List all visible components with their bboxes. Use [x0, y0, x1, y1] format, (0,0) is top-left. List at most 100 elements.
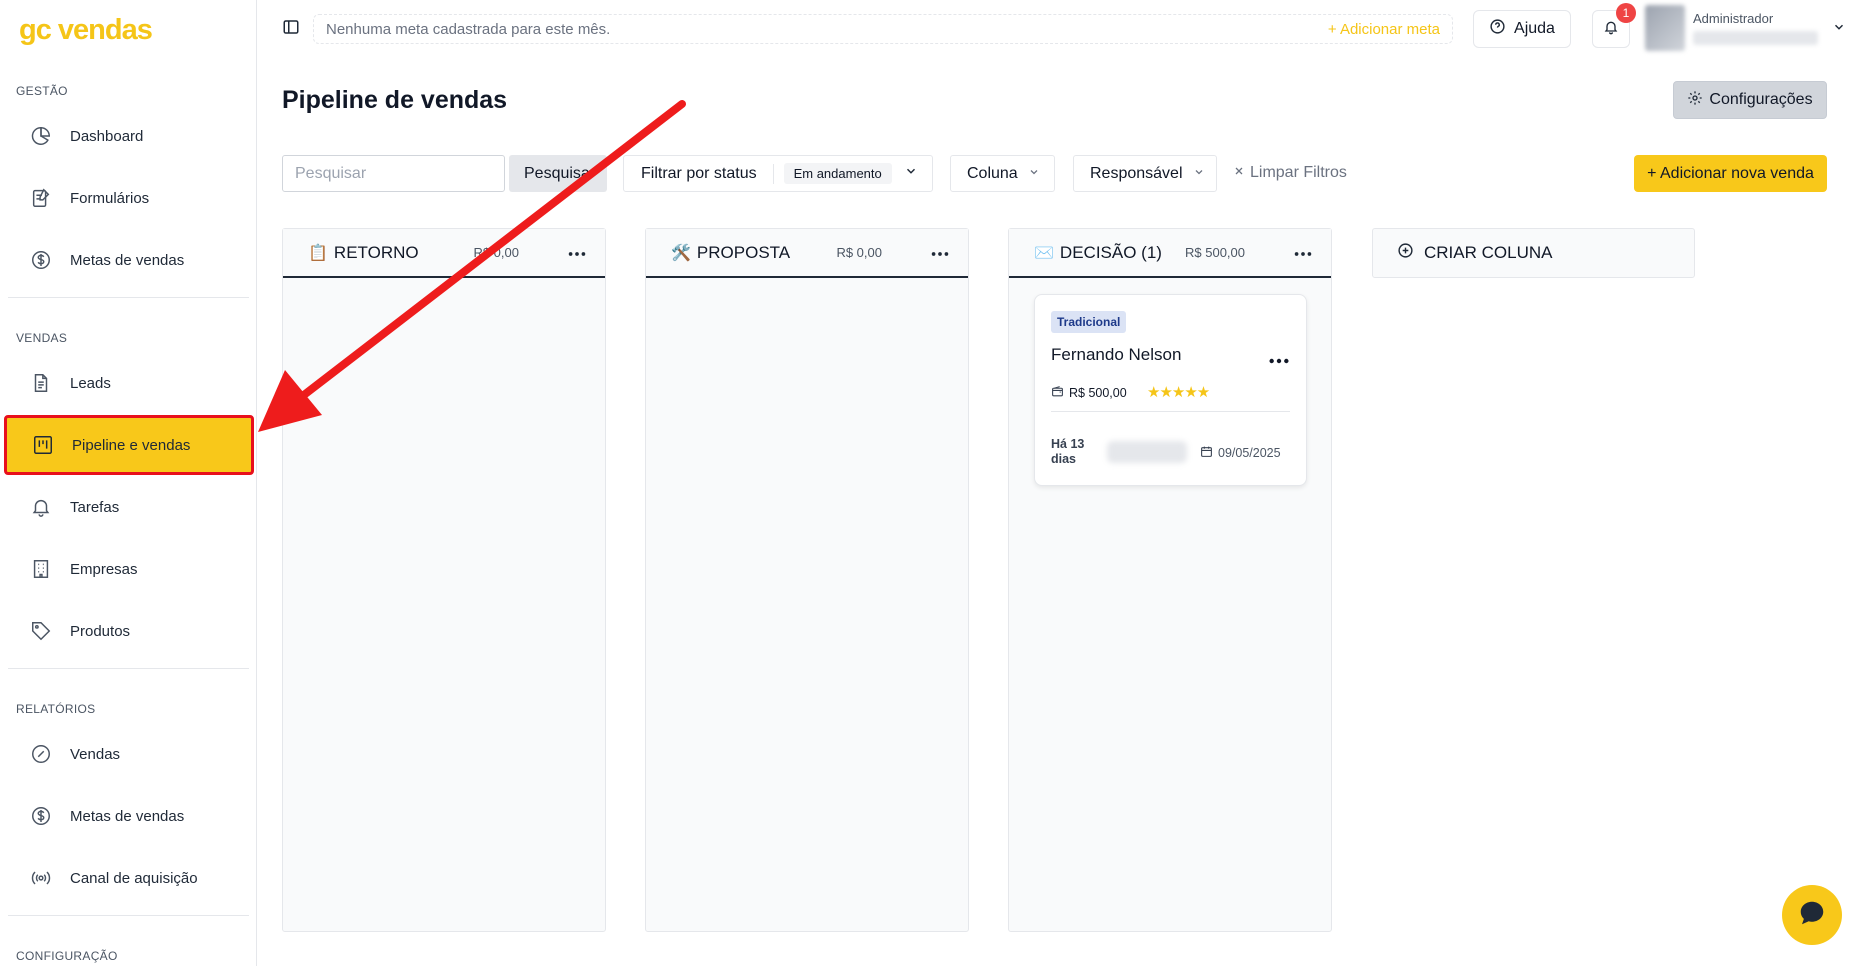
- settings-button[interactable]: Configurações: [1673, 81, 1827, 119]
- deal-value: R$ 500,00: [1051, 385, 1127, 401]
- document-icon: [30, 372, 52, 394]
- help-label: Ajuda: [1514, 20, 1555, 37]
- responsible-filter-label: Responsável: [1090, 164, 1183, 182]
- status-filter-value: Em andamento: [783, 163, 892, 184]
- chat-support-button[interactable]: [1782, 885, 1842, 945]
- column-header: ✉️ DECISÃO (1) R$ 500,00: [1009, 229, 1331, 278]
- responsible-filter-dropdown[interactable]: Responsável: [1073, 155, 1217, 192]
- more-options-icon[interactable]: [1268, 352, 1290, 370]
- settings-label: Configurações: [1709, 91, 1813, 108]
- form-icon: [30, 187, 52, 209]
- sidebar-item-produtos[interactable]: Produtos: [8, 605, 251, 657]
- sidebar-item-canal[interactable]: Canal de aquisição: [8, 852, 251, 904]
- bell-icon: [1603, 19, 1619, 40]
- user-role: Administrador: [1693, 11, 1774, 26]
- column-title: RETORNO: [333, 242, 419, 262]
- clipboard-icon: 📋: [308, 244, 328, 262]
- sidebar-item-label: Vendas: [70, 745, 121, 763]
- column-filter-label: Coluna: [967, 164, 1018, 182]
- pie-chart-icon: [30, 125, 52, 147]
- dollar-circle-icon: [30, 249, 52, 271]
- deal-age: Há 13 dias: [1051, 437, 1085, 466]
- chevron-down-icon: [904, 164, 918, 183]
- responsible-redacted: [1107, 441, 1187, 463]
- column-header: 🛠️ PROPOSTA R$ 0,00: [646, 229, 968, 278]
- status-filter-dropdown[interactable]: Filtrar por status Em andamento: [623, 155, 933, 192]
- help-button[interactable]: Ajuda: [1473, 10, 1571, 48]
- avatar[interactable]: [1645, 5, 1685, 51]
- page-title: Pipeline de vendas: [282, 86, 508, 114]
- section-title-relatorios: RELATÓRIOS: [16, 702, 96, 716]
- sidebar-item-metas[interactable]: Metas de vendas: [8, 234, 251, 286]
- deal-contact-name: Fernando Nelson: [1051, 345, 1182, 364]
- gauge-icon: [30, 743, 52, 765]
- chevron-down-icon: [1028, 165, 1040, 183]
- column-filter-dropdown[interactable]: Coluna: [950, 155, 1055, 192]
- sidebar-item-leads[interactable]: Leads: [8, 357, 251, 409]
- column-header: 📋 RETORNO R$ 0,00: [283, 229, 605, 278]
- sidebar-item-label: Metas de vendas: [70, 807, 185, 825]
- search-input[interactable]: [282, 155, 505, 192]
- sidebar-item-vendas-relatorio[interactable]: Vendas: [8, 728, 251, 780]
- sidebar-item-label: Empresas: [70, 560, 138, 578]
- deal-rating-stars: ★★★★★: [1147, 384, 1210, 401]
- more-options-icon[interactable]: [1292, 243, 1314, 270]
- close-icon: [1233, 164, 1245, 182]
- envelope-icon: ✉️: [1034, 244, 1054, 262]
- deal-type-badge: Tradicional: [1051, 311, 1127, 333]
- create-column-label: CRIAR COLUNA: [1424, 243, 1553, 262]
- user-name-redacted: [1693, 31, 1818, 45]
- app: gc vendas GESTÃO Dashboard Formulários M…: [0, 0, 1865, 966]
- sidebar-item-dashboard[interactable]: Dashboard: [8, 110, 251, 162]
- divider: [1051, 411, 1290, 412]
- add-goal-link[interactable]: + Adicionar meta: [1328, 21, 1440, 38]
- deal-value-text: R$ 500,00: [1069, 386, 1127, 400]
- sidebar-item-label: Leads: [70, 374, 111, 392]
- sidebar-item-empresas[interactable]: Empresas: [8, 543, 251, 595]
- sidebar: gc vendas GESTÃO Dashboard Formulários M…: [0, 0, 257, 966]
- column-total: R$ 0,00: [836, 245, 882, 260]
- column-title: DECISÃO (1): [1059, 242, 1162, 262]
- section-title-vendas: VENDAS: [16, 331, 68, 345]
- divider: [772, 163, 774, 184]
- sidebar-item-pipeline[interactable]: Pipeline e vendas: [4, 415, 254, 475]
- goal-message: Nenhuma meta cadastrada para este mês.: [326, 20, 611, 38]
- column-title: PROPOSTA: [696, 242, 791, 262]
- plus-circle-icon: [1397, 242, 1414, 264]
- clear-filters-button[interactable]: Limpar Filtros: [1233, 164, 1347, 182]
- wallet-icon: [1051, 385, 1064, 401]
- chevron-down-icon: [1193, 165, 1205, 183]
- add-sale-button[interactable]: + Adicionar nova venda: [1634, 155, 1827, 192]
- pipeline-column: 🛠️ PROPOSTA R$ 0,00: [645, 228, 969, 932]
- app-logo[interactable]: gc vendas: [19, 14, 153, 47]
- building-icon: [30, 558, 52, 580]
- deal-date: 09/05/2025: [1200, 445, 1281, 461]
- notification-badge: 1: [1616, 3, 1636, 23]
- search-button[interactable]: Pesquisar: [509, 155, 607, 192]
- section-title-gestao: GESTÃO: [16, 84, 68, 98]
- more-options-icon[interactable]: [566, 243, 588, 270]
- sidebar-toggle-icon[interactable]: [282, 18, 302, 38]
- section-title-configuracao: CONFIGURAÇÃO: [16, 949, 118, 963]
- create-column-button[interactable]: CRIAR COLUNA: [1372, 228, 1695, 278]
- sidebar-item-tarefas[interactable]: Tarefas: [8, 481, 251, 533]
- sidebar-divider: [8, 668, 249, 669]
- deal-date-text: 09/05/2025: [1218, 446, 1281, 460]
- bell-icon: [30, 496, 52, 518]
- column-total: R$ 0,00: [473, 245, 519, 260]
- dollar-circle-icon: [30, 805, 52, 827]
- help-icon: [1489, 18, 1506, 40]
- monthly-goal-bar: Nenhuma meta cadastrada para este mês. +…: [313, 14, 1453, 44]
- sidebar-item-metas-relatorio[interactable]: Metas de vendas: [8, 790, 251, 842]
- sidebar-item-label: Pipeline e vendas: [72, 436, 191, 454]
- sidebar-item-label: Produtos: [70, 622, 131, 640]
- tools-icon: 🛠️: [671, 244, 691, 262]
- deal-card[interactable]: Tradicional Fernando Nelson R$ 500,00 ★★…: [1034, 294, 1307, 486]
- sidebar-item-label: Tarefas: [70, 498, 120, 516]
- chevron-down-icon[interactable]: [1832, 20, 1846, 39]
- more-options-icon[interactable]: [929, 243, 951, 270]
- sidebar-divider: [8, 915, 249, 916]
- sidebar-item-formularios[interactable]: Formulários: [8, 172, 251, 224]
- sidebar-item-label: Dashboard: [70, 127, 144, 145]
- pipeline-column: 📋 RETORNO R$ 0,00: [282, 228, 606, 932]
